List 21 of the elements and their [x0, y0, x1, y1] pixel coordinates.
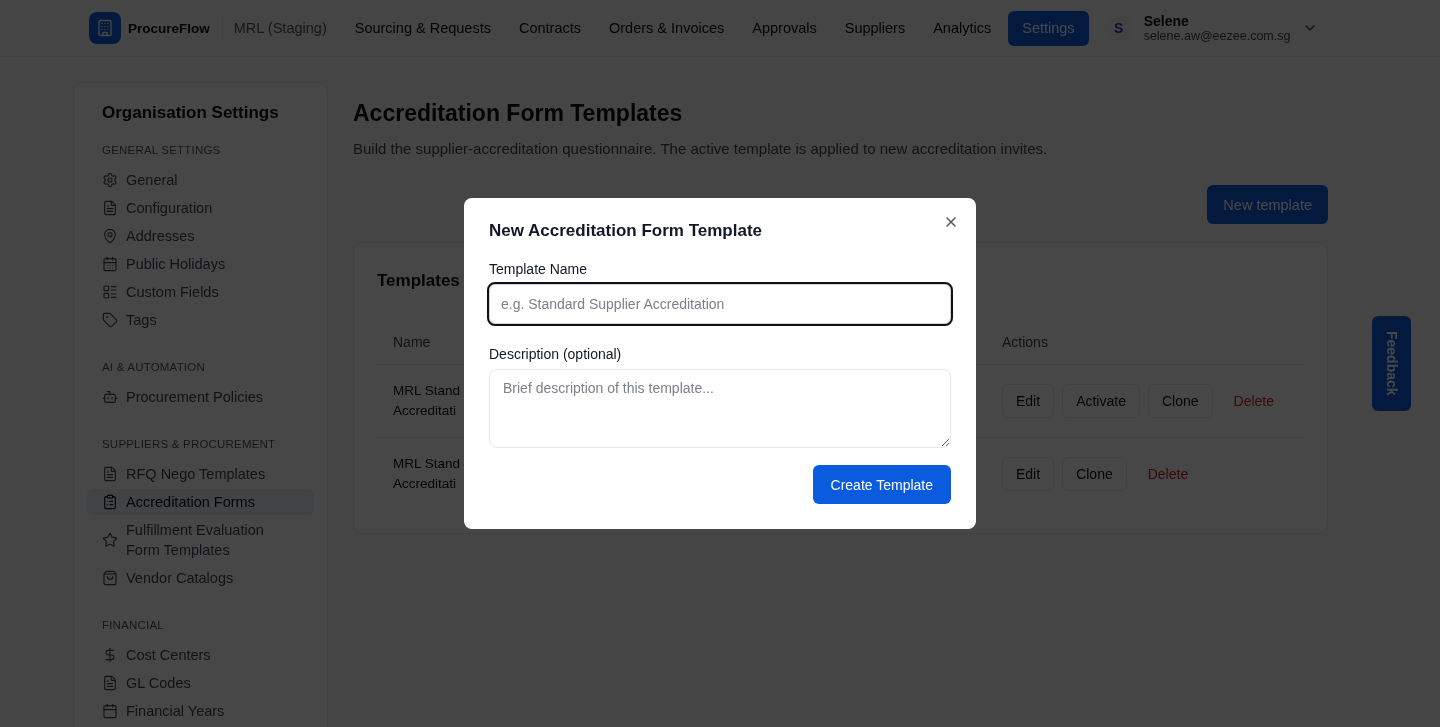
- delete-button[interactable]: Delete: [1220, 384, 1287, 418]
- text-input[interactable]: e.g. Standard Supplier Accreditation: [487, 282, 953, 326]
- nav-link[interactable]: Suppliers: [830, 10, 920, 46]
- delete-button[interactable]: Delete: [1134, 457, 1202, 491]
- field-label: Description (optional): [489, 345, 622, 364]
- nav-link[interactable]: Orders & Invoices: [595, 10, 739, 46]
- nav-link[interactable]: Contracts: [504, 10, 595, 46]
- create-template-button[interactable]: Create Template: [812, 465, 951, 504]
- dialog-title: New Accreditation Form Template: [489, 220, 762, 242]
- textarea-field[interactable]: Brief description of this template...: [489, 369, 951, 448]
- page-title: Accreditation Form Templates: [353, 99, 683, 128]
- nav-link[interactable]: Analytics: [919, 10, 1006, 46]
- card-title: Templates: [377, 270, 460, 292]
- nav-link[interactable]: Approvals: [738, 10, 831, 46]
- field-label: Template Name: [489, 260, 588, 279]
- brand-name: ProcureFlow: [128, 20, 210, 36]
- template-name: MRL Stand Accreditati: [393, 455, 462, 493]
- nav-link[interactable]: Sourcing & Requests: [340, 10, 505, 46]
- sidebar-title: Organisation Settings: [101, 102, 280, 124]
- user-name: Selene: [1143, 12, 1190, 29]
- template-name: MRL Stand Accreditati: [393, 382, 462, 420]
